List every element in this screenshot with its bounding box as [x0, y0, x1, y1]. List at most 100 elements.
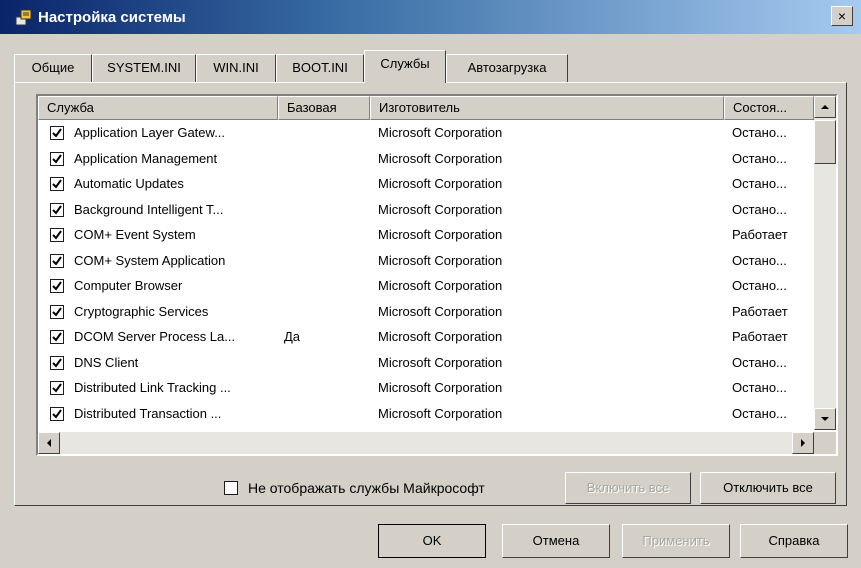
scroll-corner	[814, 432, 836, 454]
service-checkbox[interactable]	[50, 279, 64, 293]
column-header-essential[interactable]: Базовая	[278, 96, 370, 120]
hide-ms-services-option[interactable]: Не отображать службы Майкрософт	[224, 476, 485, 500]
service-row[interactable]: Application Layer Gatew... Microsoft Corp…	[38, 120, 814, 146]
service-row[interactable]: COM+ Event System Microsoft Corporation Ра…	[38, 222, 814, 248]
service-status: Остано...	[732, 125, 787, 140]
service-name: Distributed Transaction ...	[74, 405, 222, 421]
service-status: Остано...	[732, 201, 787, 217]
service-checkbox[interactable]	[50, 228, 64, 242]
close-button[interactable]: ×	[831, 6, 853, 26]
service-row[interactable]: DNS Client Microsoft Corporation Остано...	[38, 350, 814, 376]
service-row[interactable]: Distributed Transaction ... Microsoft Cor…	[38, 401, 814, 427]
tab-label: WIN.INI	[213, 60, 259, 75]
service-status: Остано...	[732, 278, 787, 293]
service-row[interactable]: Computer Browser Microsoft Corporation Ост…	[38, 273, 814, 299]
service-checkbox[interactable]	[50, 304, 64, 319]
checkbox-checked-icon	[52, 383, 62, 393]
service-essential	[284, 222, 364, 248]
cancel-button[interactable]: Отмена	[502, 524, 610, 558]
close-icon: ×	[837, 8, 847, 24]
service-name: DNS Client	[74, 354, 139, 370]
service-manufacturer: Microsoft Corporation	[378, 405, 503, 421]
title-bar[interactable]: Настройка системы ×	[0, 0, 861, 34]
service-name: COM+ Event System	[74, 227, 196, 242]
service-essential: Да	[284, 329, 301, 344]
service-name: Application Management	[74, 150, 218, 166]
horizontal-scrollbar[interactable]	[38, 432, 814, 454]
service-status: Остано...	[732, 380, 787, 395]
list-header: Служба Базовая Изготовитель Состоя...	[38, 96, 814, 120]
service-status: Остано...	[732, 150, 787, 166]
service-row[interactable]: Cryptographic Services Microsoft Corporat…	[38, 299, 814, 325]
scroll-right-button[interactable]	[792, 432, 814, 454]
service-manufacturer: Microsoft Corporation	[378, 278, 503, 293]
hide-ms-services-checkbox[interactable]	[224, 481, 238, 495]
scroll-left-icon	[47, 439, 51, 447]
service-manufacturer: Microsoft Corporation	[378, 176, 503, 191]
service-row[interactable]: Application Management Microsoft Corporat…	[38, 146, 814, 172]
service-row[interactable]: COM+ System Application Microsoft Corpora…	[38, 248, 814, 274]
service-checkbox[interactable]	[50, 202, 64, 217]
checkbox-checked-icon	[52, 357, 62, 368]
service-name: Automatic Updates	[74, 176, 184, 191]
tab-win-ini[interactable]: WIN.INI	[196, 54, 276, 82]
service-manufacturer: Microsoft Corporation	[378, 150, 503, 166]
service-essential	[284, 350, 364, 376]
scroll-left-button[interactable]	[38, 432, 60, 454]
service-checkbox[interactable]	[50, 177, 64, 191]
service-name: Computer Browser	[74, 278, 183, 293]
service-row[interactable]: Automatic Updates Microsoft Corporation Ос…	[38, 171, 814, 197]
service-row[interactable]: Distributed Link Tracking ... Microsoft C…	[38, 375, 814, 401]
checkbox-checked-icon	[52, 408, 62, 419]
services-list[interactable]: Служба Базовая Изготовитель Состоя... Ap…	[36, 94, 838, 456]
tab-label: SYSTEM.INI	[107, 60, 181, 75]
service-essential	[284, 375, 364, 401]
service-checkbox[interactable]	[50, 126, 64, 140]
column-header-manufacturer[interactable]: Изготовитель	[370, 96, 724, 120]
service-name: Cryptographic Services	[74, 303, 209, 319]
service-checkbox[interactable]	[50, 381, 64, 395]
service-essential	[284, 171, 364, 197]
enable-all-button[interactable]: Включить все	[565, 472, 691, 504]
service-manufacturer: Microsoft Corporation	[378, 329, 503, 344]
tab-general[interactable]: Общие	[14, 54, 92, 82]
service-checkbox[interactable]	[50, 330, 64, 344]
scroll-thumb[interactable]	[814, 120, 836, 164]
service-manufacturer: Microsoft Corporation	[378, 380, 503, 395]
service-essential	[284, 273, 364, 299]
disable-all-button[interactable]: Отключить все	[700, 472, 836, 504]
service-row[interactable]: Background Intelligent T... Microsoft Cor…	[38, 197, 814, 223]
column-header-service[interactable]: Служба	[38, 96, 278, 120]
service-name: DCOM Server Process La...	[74, 329, 236, 344]
hide-ms-services-label: Не отображать службы Майкрософт	[248, 480, 485, 496]
tab-startup[interactable]: Автозагрузка	[446, 54, 568, 82]
ok-button[interactable]: OK	[378, 524, 486, 558]
column-header-status[interactable]: Состоя...	[724, 96, 814, 120]
system-config-window: Настройка системы × Общие SYSTEM.INI WIN…	[0, 0, 861, 568]
tab-label: Автозагрузка	[467, 60, 547, 75]
service-essential	[284, 197, 364, 223]
service-status: Остано...	[732, 405, 787, 421]
tab-system-ini[interactable]: SYSTEM.INI	[92, 54, 196, 82]
checkbox-checked-icon	[52, 204, 62, 215]
service-manufacturer: Microsoft Corporation	[378, 303, 503, 319]
tab-services[interactable]: Службы	[364, 50, 446, 83]
apply-button[interactable]: Применить	[622, 524, 730, 558]
service-checkbox[interactable]	[50, 253, 64, 268]
scroll-right-icon	[801, 439, 805, 447]
service-status: Работает	[732, 303, 788, 319]
service-row[interactable]: DCOM Server Process La... Да Microsoft Cor…	[38, 324, 814, 350]
service-checkbox[interactable]	[50, 406, 64, 421]
scroll-down-button[interactable]	[814, 408, 836, 430]
checkbox-checked-icon	[52, 153, 62, 164]
service-manufacturer: Microsoft Corporation	[378, 227, 503, 242]
service-checkbox[interactable]	[50, 355, 64, 370]
vertical-scrollbar[interactable]	[814, 96, 836, 430]
tab-boot-ini[interactable]: BOOT.INI	[276, 54, 364, 82]
help-button[interactable]: Справка	[740, 524, 848, 558]
checkbox-checked-icon	[52, 179, 62, 189]
service-name: Background Intelligent T...	[74, 201, 224, 217]
system-config-icon	[14, 7, 34, 27]
scroll-up-button[interactable]	[814, 96, 836, 118]
service-checkbox[interactable]	[50, 151, 64, 166]
